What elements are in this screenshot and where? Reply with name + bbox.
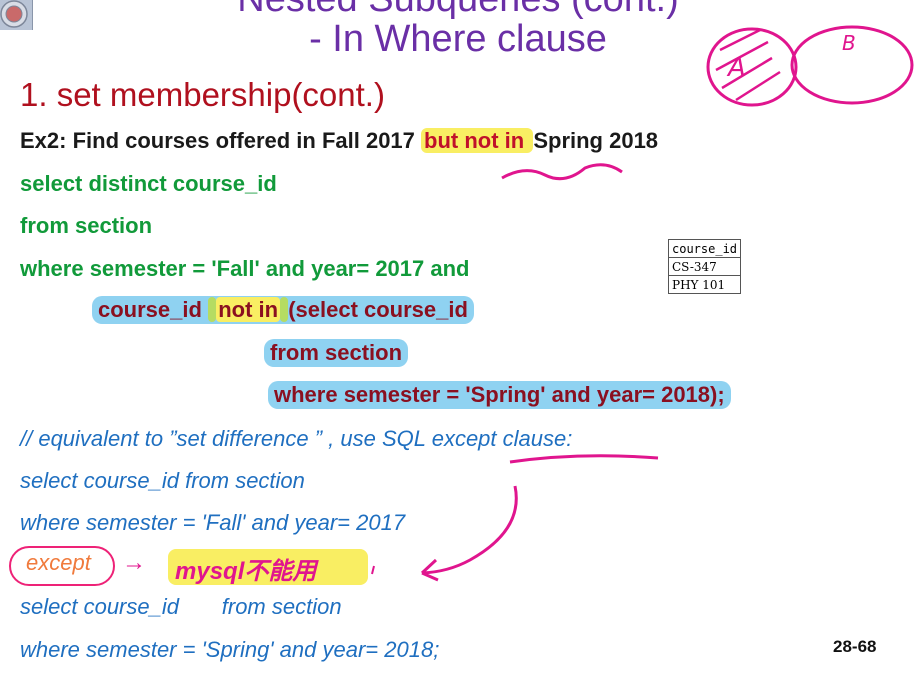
ink-mark-icon [371, 565, 375, 575]
venn-label-b: B [842, 31, 856, 55]
venn-label-a: A [726, 53, 746, 83]
ink-annotations: A B [371, 25, 914, 582]
arrowhead-icon [420, 558, 439, 582]
except-underline-icon [509, 454, 659, 464]
underline-squiggle-icon [501, 163, 623, 181]
venn-hatching-icon [715, 28, 781, 102]
curved-arrow-icon [421, 485, 518, 575]
